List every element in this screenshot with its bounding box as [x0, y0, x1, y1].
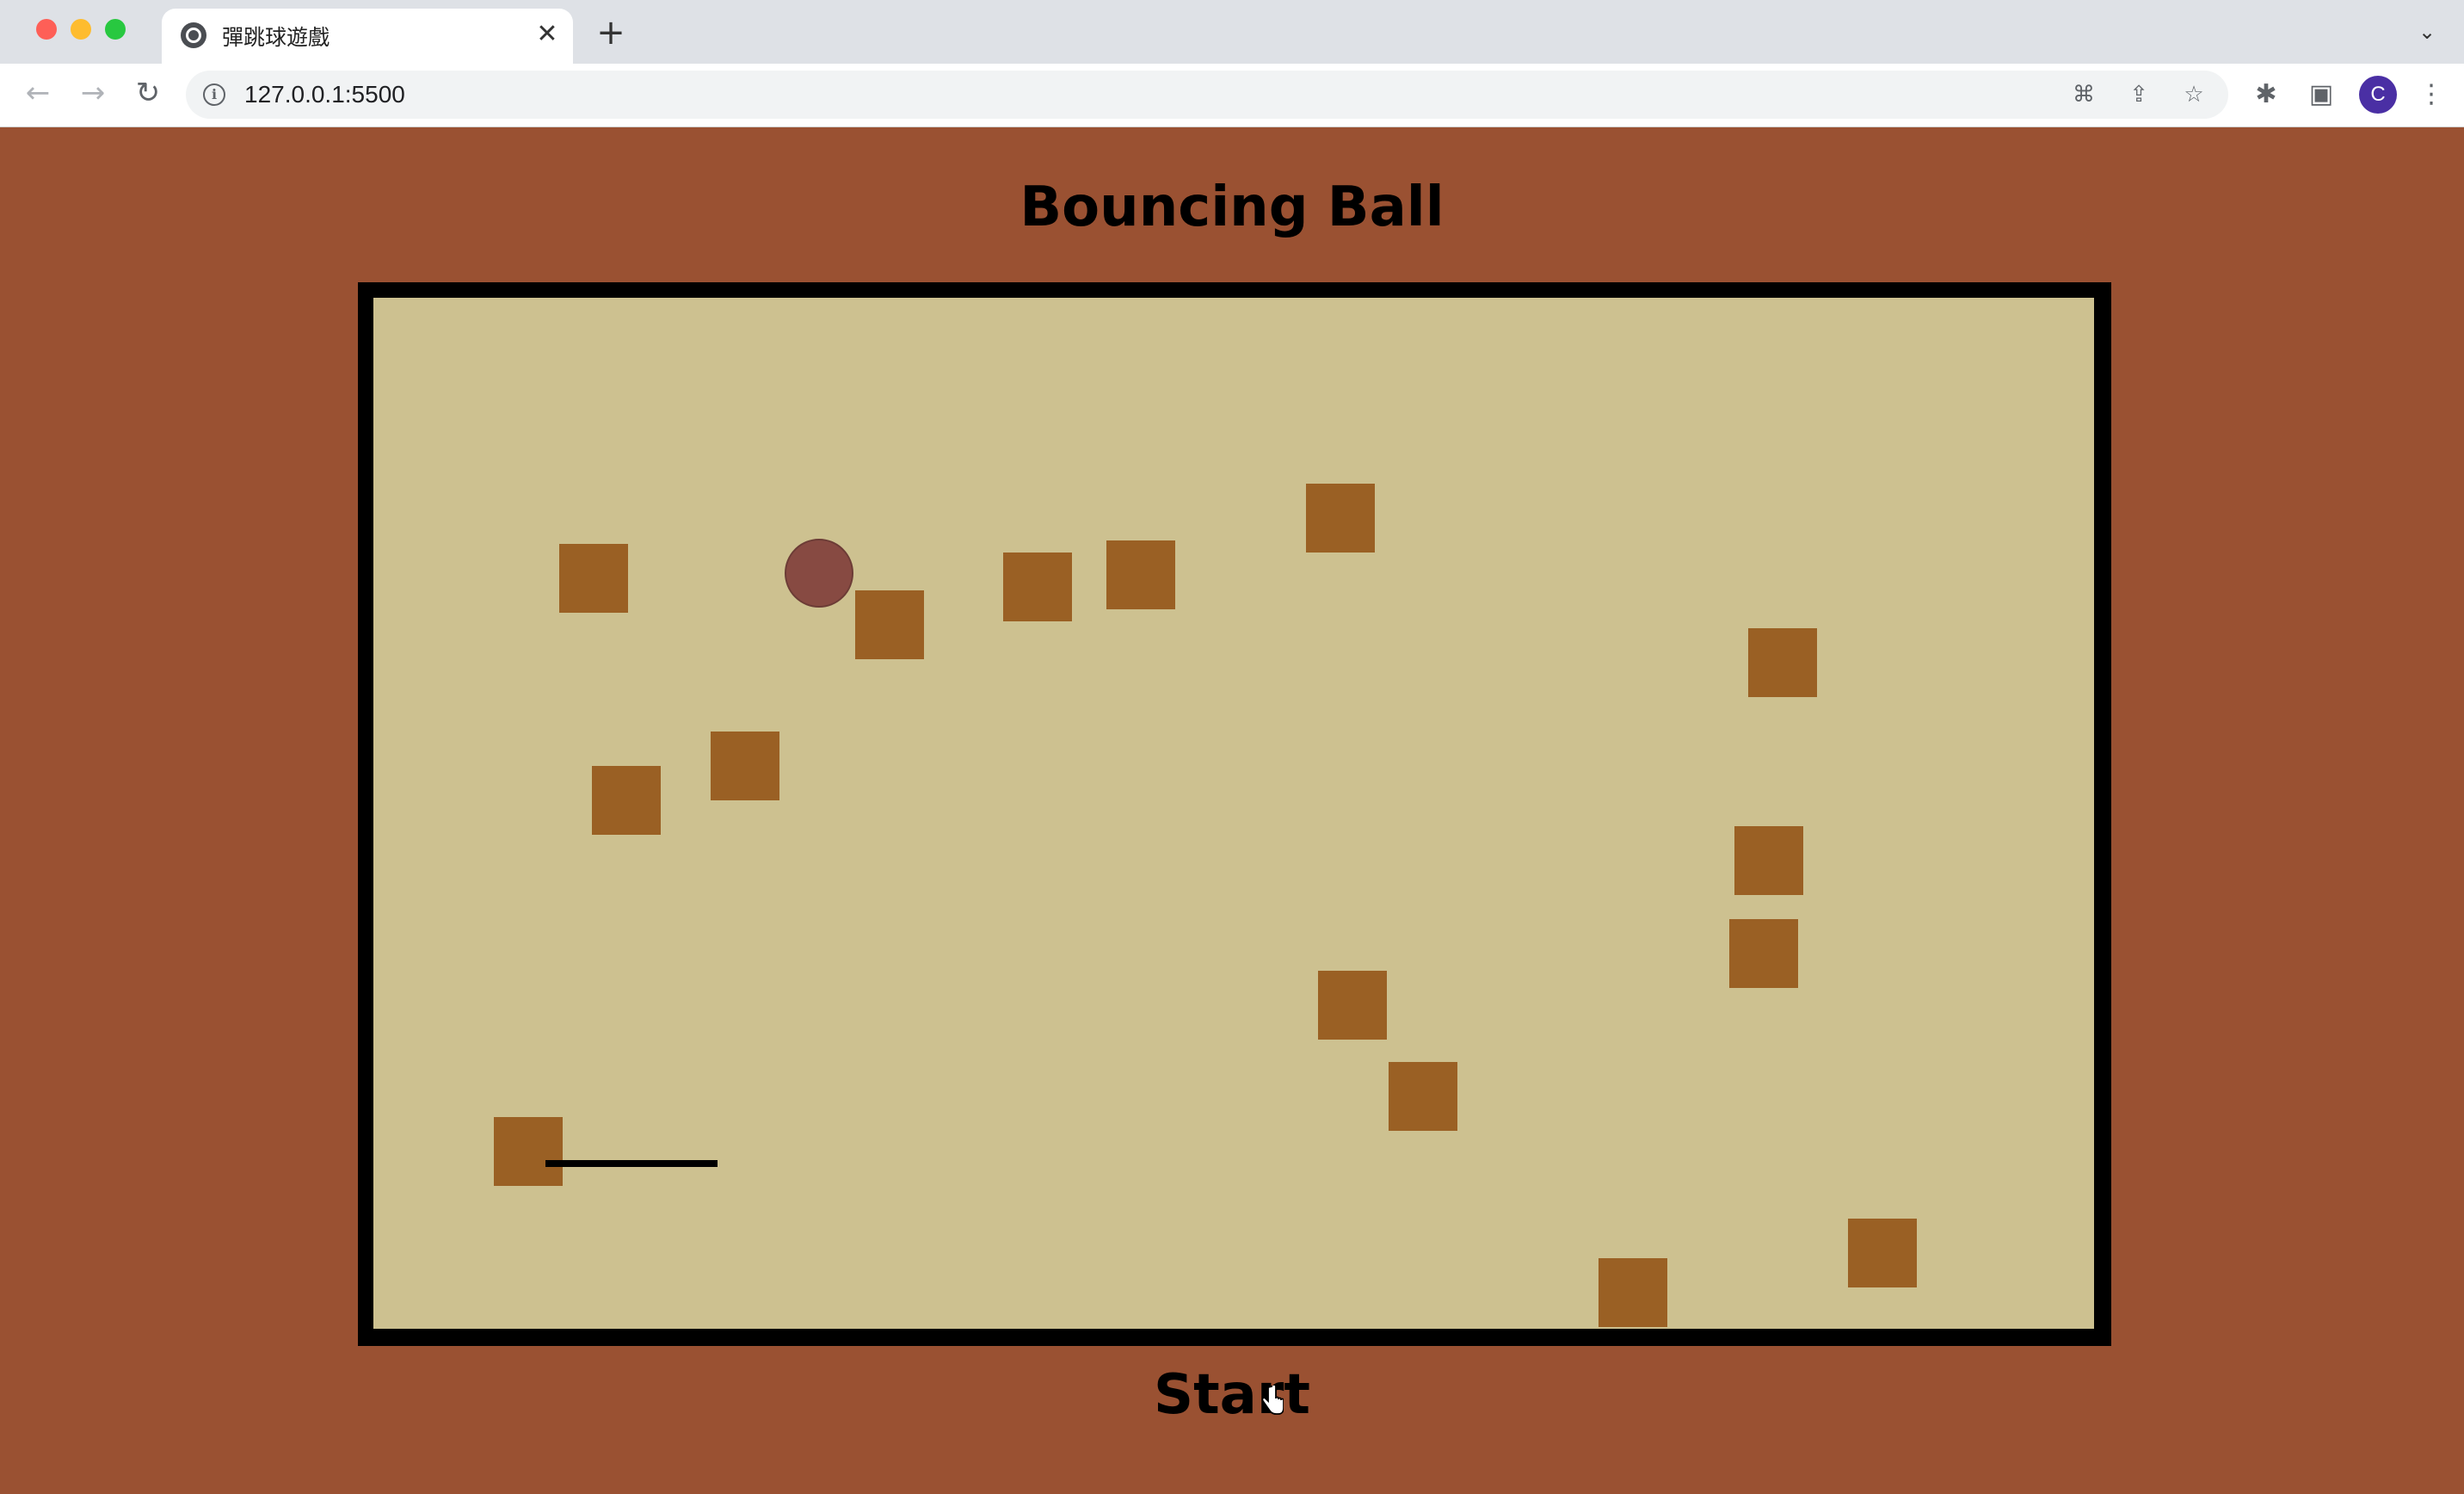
brick — [1729, 919, 1798, 988]
browser-chrome: 彈跳球遊戲 ✕ + ⌄ ← → ↻ i 127.0.0.1:5500 ⌘ ⇪ ☆… — [0, 0, 2464, 127]
url-text[interactable]: 127.0.0.1:5500 — [244, 81, 405, 108]
brick — [1318, 971, 1387, 1040]
brick — [711, 732, 779, 800]
game-field — [373, 298, 2094, 1329]
brick — [559, 544, 628, 613]
start-button[interactable]: Start — [0, 1363, 2464, 1427]
translate-icon[interactable]: ⌘ — [2070, 81, 2097, 108]
brick — [1003, 553, 1072, 621]
avatar[interactable]: C — [2359, 76, 2397, 114]
brick — [855, 590, 924, 659]
tab-title: 彈跳球遊戲 — [222, 25, 330, 50]
paddle[interactable] — [545, 1160, 718, 1167]
brick — [1848, 1219, 1917, 1287]
brick — [1306, 484, 1375, 553]
forward-button[interactable]: → — [74, 74, 112, 112]
hand-cursor-icon — [1261, 1386, 1284, 1415]
minimize-window-button[interactable] — [71, 19, 91, 40]
reload-button[interactable]: ↻ — [129, 74, 167, 112]
brick — [1106, 540, 1175, 609]
game-board-border — [358, 282, 2111, 1346]
brick — [1748, 628, 1817, 697]
browser-toolbar: ← → ↻ i 127.0.0.1:5500 ⌘ ⇪ ☆ ✱ ▣ C ⋮ — [0, 64, 2464, 127]
maximize-window-button[interactable] — [105, 19, 126, 40]
new-tab-button[interactable]: + — [594, 15, 628, 50]
close-window-button[interactable] — [36, 19, 57, 40]
star-icon[interactable]: ☆ — [2180, 81, 2208, 108]
info-icon[interactable]: i — [203, 83, 225, 106]
brick — [592, 766, 661, 835]
tab-strip: 彈跳球遊戲 ✕ + ⌄ — [0, 0, 2464, 64]
brick — [494, 1117, 563, 1186]
back-button[interactable]: ← — [19, 74, 57, 112]
tab-close-icon[interactable]: ✕ — [533, 21, 561, 48]
brick — [1389, 1062, 1457, 1131]
brick — [1599, 1258, 1667, 1327]
brick — [1734, 826, 1803, 895]
browser-tab[interactable]: 彈跳球遊戲 ✕ — [162, 9, 573, 64]
side-panel-icon[interactable]: ▣ — [2304, 77, 2338, 112]
kebab-menu-icon[interactable]: ⋮ — [2414, 77, 2449, 112]
share-icon[interactable]: ⇪ — [2125, 81, 2153, 108]
globe-icon — [181, 22, 206, 48]
tab-search-icon[interactable]: ⌄ — [2414, 19, 2440, 45]
page-title: Bouncing Ball — [1019, 176, 1445, 239]
address-bar[interactable]: i 127.0.0.1:5500 ⌘ ⇪ ☆ — [186, 71, 2228, 119]
ball — [785, 539, 853, 608]
puzzle-icon[interactable]: ✱ — [2249, 77, 2283, 112]
